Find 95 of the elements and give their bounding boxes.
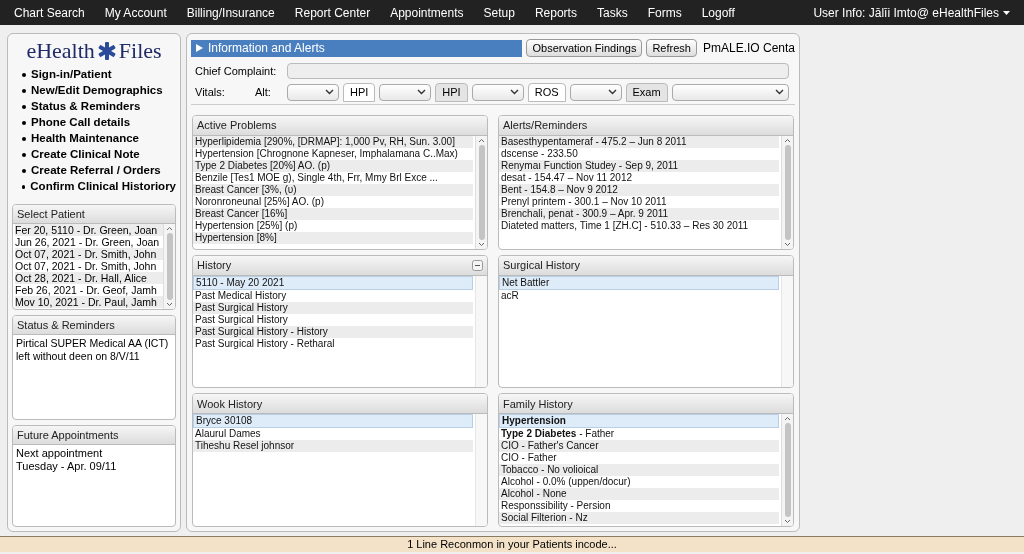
patient-row[interactable]: Mov 10, 2021 - Dr. Paul, Jamh xyxy=(15,296,163,308)
panel-title: History xyxy=(197,257,232,273)
scrollbar[interactable] xyxy=(781,414,793,526)
scroll-down-icon[interactable] xyxy=(784,519,791,524)
list-row[interactable]: CIO - Father's Cancer xyxy=(499,440,779,453)
sidebar-link[interactable]: Confirm Clinical Historiory xyxy=(30,178,176,196)
scroll-down-icon[interactable] xyxy=(166,302,173,307)
list-row[interactable]: Bryce 30108 xyxy=(193,414,473,429)
panel-title: Active Problems xyxy=(197,117,277,133)
play-icon xyxy=(196,44,203,52)
sidebar-link[interactable]: Create Clinical Note xyxy=(31,146,140,164)
panel-title: Wook History xyxy=(197,396,263,412)
panel-title: Status & Reminders xyxy=(17,317,115,333)
chevron-down-icon xyxy=(775,89,784,95)
scrollbar[interactable] xyxy=(781,135,793,249)
status-text: 1 Line Reconmon in your Patients incode... xyxy=(407,537,617,553)
sidebar-link[interactable]: Phone Call details xyxy=(31,114,131,132)
scroll-up-icon[interactable] xyxy=(478,137,485,143)
collapse-icon[interactable] xyxy=(472,259,483,271)
scroll-down-icon[interactable] xyxy=(784,241,791,247)
organization-name: PmALE.IO Centa xyxy=(702,40,795,57)
bullet-icon xyxy=(22,169,26,173)
bullet-icon xyxy=(22,73,26,77)
nav-link[interactable]: Chart Search xyxy=(14,3,85,22)
scroll-up-icon[interactable] xyxy=(784,137,791,143)
tab[interactable]: Exam xyxy=(625,82,668,102)
patient-row[interactable]: Fer 20, 5110 - Dr. Green, Joan xyxy=(15,224,163,236)
scroll-thumb[interactable] xyxy=(784,423,791,517)
nav-link[interactable]: Billing/Insurance xyxy=(186,3,275,22)
list-row[interactable]: Tiheshu Resel johnsor xyxy=(193,440,473,453)
logo-text: eHealth xyxy=(26,40,95,62)
nav-link[interactable]: Tasks xyxy=(596,3,628,22)
panel-title: Future Appointments xyxy=(17,427,119,443)
nav-link[interactable]: Setup xyxy=(483,3,515,22)
scroll-up-icon[interactable] xyxy=(784,416,791,422)
scrollbar[interactable] xyxy=(475,135,487,249)
toolbar-button[interactable]: Refresh xyxy=(646,39,697,57)
scroll-down-icon[interactable] xyxy=(478,241,485,247)
scroll-up-icon[interactable] xyxy=(166,226,173,231)
caret-icon[interactable] xyxy=(1003,10,1010,15)
scroll-thumb[interactable] xyxy=(478,144,485,240)
field-label: Chief Complaint: xyxy=(195,64,278,79)
scrollbar[interactable] xyxy=(163,224,175,309)
nav-link[interactable]: Logoff xyxy=(701,3,735,22)
nav-link[interactable]: My Account xyxy=(104,3,167,22)
field-label: Alt: xyxy=(255,84,272,100)
nav-link[interactable]: Reports xyxy=(534,3,577,22)
chief-complaint-field[interactable] xyxy=(287,63,789,80)
sidebar-link[interactable]: Create Referral / Orders xyxy=(31,162,161,180)
field-label: Vitals: xyxy=(195,84,226,100)
chevron-down-icon xyxy=(417,89,427,95)
nav-link[interactable]: Forms xyxy=(647,3,682,22)
scroll-thumb[interactable] xyxy=(784,144,791,240)
panel-title: Alerts/Reminders xyxy=(503,117,588,133)
list-row[interactable]: Social Filterion - Nz xyxy=(499,512,779,525)
medical-star-icon xyxy=(96,41,117,61)
panel-title: Select Patient xyxy=(17,206,85,222)
user-info[interactable]: User Info: Jālīi Imto@ eHealthFiles xyxy=(813,3,999,22)
tab[interactable]: HPI xyxy=(435,82,468,102)
tab[interactable]: HPI xyxy=(343,82,376,102)
list-row[interactable]: Alcohol - None xyxy=(499,488,779,501)
nav-link[interactable]: Report Center xyxy=(294,3,371,22)
appointment-text: Tuesday - Apr. 09/11 xyxy=(16,460,118,473)
tab[interactable]: ROS xyxy=(527,82,566,102)
list-row[interactable]: Hypertension xyxy=(499,414,779,429)
bullet-icon xyxy=(22,105,26,109)
toolbar-button[interactable]: Observation Findings xyxy=(526,39,643,57)
sidebar-link[interactable]: Health Maintenance xyxy=(31,130,139,148)
list-row[interactable]: Tobacco - No volioical xyxy=(499,464,779,477)
bullet-icon xyxy=(22,185,26,189)
status-text: Pirtical SUPER Medical AA (ICT) left without deen on 8/V/11 xyxy=(15,336,170,363)
dropdown[interactable] xyxy=(379,83,432,101)
bullet-icon xyxy=(22,89,26,93)
panel-title: Surgical History xyxy=(503,257,581,273)
dropdown[interactable] xyxy=(671,83,789,101)
nav-link[interactable]: Appointments xyxy=(390,3,464,22)
dropdown[interactable] xyxy=(287,83,339,101)
chevron-down-icon xyxy=(509,89,519,95)
patient-row[interactable]: Oct 07, 2021 - Dr. Smith, John xyxy=(15,248,163,260)
sidebar-link[interactable]: Status & Reminders xyxy=(31,98,141,116)
chevron-down-icon xyxy=(607,89,617,95)
chevron-down-icon xyxy=(325,89,334,95)
patient-row[interactable]: Oct 28, 2021 - Dr. Hall, Alice xyxy=(15,272,163,284)
bullet-icon xyxy=(22,137,26,141)
panel-title: Family History xyxy=(503,396,573,412)
dropdown[interactable] xyxy=(569,83,622,101)
bullet-icon xyxy=(22,121,26,125)
sidebar-link[interactable]: New/Edit Demographics xyxy=(31,82,163,100)
bullet-icon xyxy=(22,153,26,157)
sidebar-link[interactable]: Sign-in/Patient xyxy=(31,66,112,84)
logo-text: Files xyxy=(118,40,162,62)
appointment-text: Next appointment xyxy=(16,447,104,460)
dropdown[interactable] xyxy=(471,83,524,101)
scroll-thumb[interactable] xyxy=(166,233,173,300)
section-title: Information and Alerts xyxy=(208,40,325,57)
